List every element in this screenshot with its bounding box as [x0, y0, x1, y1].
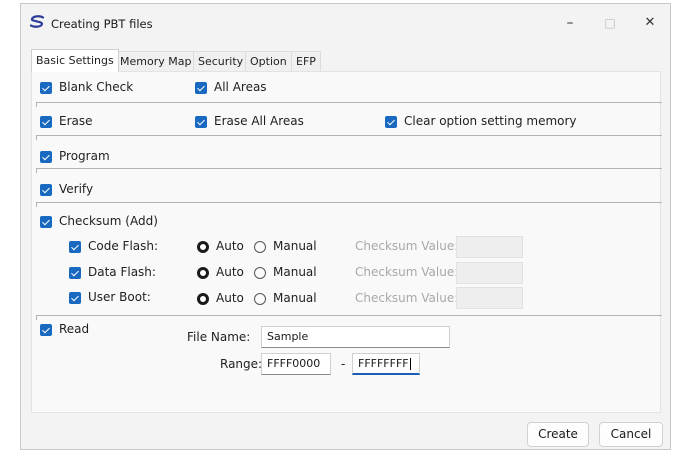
tab-basic-settings[interactable]: Basic Settings	[31, 49, 119, 72]
tab-memory-map[interactable]: Memory Map	[115, 51, 197, 71]
user-boot-label: User Boot:	[88, 290, 151, 304]
cancel-button[interactable]: Cancel	[599, 422, 663, 447]
create-button[interactable]: Create	[527, 422, 589, 447]
clear-option-memory-label: Clear option setting memory	[404, 114, 577, 128]
data-flash-manual-label: Manual	[273, 265, 317, 279]
checksum-checkbox[interactable]	[40, 216, 52, 228]
divider	[36, 168, 662, 173]
data-flash-manual-radio[interactable]	[254, 267, 266, 279]
user-boot-manual-label: Manual	[273, 291, 317, 305]
user-boot-checksum-value-label: Checksum Value:	[355, 291, 459, 305]
range-start-input[interactable]: FFFF0000	[261, 353, 331, 375]
window-title: Creating PBT files	[51, 17, 153, 31]
divider	[36, 315, 662, 320]
code-flash-manual-radio[interactable]	[254, 241, 266, 253]
file-name-label: File Name:	[187, 330, 251, 344]
data-flash-checkbox[interactable]	[69, 267, 81, 279]
code-flash-checksum-value-field	[456, 236, 523, 258]
app-logo-icon	[29, 15, 45, 28]
code-flash-checkbox[interactable]	[69, 241, 81, 253]
file-name-input[interactable]: Sample	[261, 326, 450, 348]
data-flash-label: Data Flash:	[88, 265, 156, 279]
range-label: Range:	[220, 357, 263, 371]
erase-all-areas-checkbox[interactable]	[195, 116, 207, 128]
program-checkbox[interactable]	[40, 151, 52, 163]
checksum-label: Checksum (Add)	[59, 214, 158, 228]
user-boot-auto-radio[interactable]	[197, 293, 209, 305]
verify-checkbox[interactable]	[40, 184, 52, 196]
data-flash-checksum-value-field	[456, 262, 523, 284]
minimize-button[interactable]: –	[558, 12, 582, 34]
user-boot-auto-label: Auto	[216, 291, 244, 305]
divider	[36, 135, 662, 140]
divider	[36, 102, 662, 107]
maximize-button[interactable]: □	[598, 12, 622, 34]
read-checkbox[interactable]	[40, 324, 52, 336]
user-boot-manual-radio[interactable]	[254, 293, 266, 305]
data-flash-checksum-value-label: Checksum Value:	[355, 265, 459, 279]
user-boot-checksum-value-field	[456, 287, 523, 309]
data-flash-auto-radio[interactable]	[197, 267, 209, 279]
user-boot-checkbox[interactable]	[69, 292, 81, 304]
code-flash-label: Code Flash:	[88, 239, 159, 253]
basic-settings-panel: Blank Check All Areas Erase Erase All Ar…	[31, 71, 662, 413]
code-flash-checksum-value-label: Checksum Value:	[355, 239, 459, 253]
read-label: Read	[59, 322, 90, 336]
creating-pbt-files-dialog: Creating PBT files – □ ✕ Basic Settings …	[20, 3, 671, 450]
title-bar[interactable]: Creating PBT files – □ ✕	[21, 4, 670, 42]
close-button[interactable]: ✕	[638, 12, 662, 34]
divider	[36, 202, 662, 207]
range-separator: -	[341, 357, 346, 371]
blank-check-checkbox[interactable]	[40, 82, 52, 94]
verify-label: Verify	[59, 182, 94, 196]
erase-all-areas-label: Erase All Areas	[214, 114, 304, 128]
code-flash-auto-radio[interactable]	[197, 241, 209, 253]
all-areas-label: All Areas	[214, 80, 267, 94]
range-end-input[interactable]: FFFFFFFF	[352, 353, 420, 375]
tab-efp[interactable]: EFP	[291, 51, 321, 71]
all-areas-checkbox[interactable]	[195, 82, 207, 94]
clear-option-memory-checkbox[interactable]	[385, 116, 397, 128]
tab-security[interactable]: Security	[193, 51, 249, 71]
code-flash-manual-label: Manual	[273, 239, 317, 253]
tab-option[interactable]: Option	[245, 51, 292, 71]
code-flash-auto-label: Auto	[216, 239, 244, 253]
erase-label: Erase	[59, 114, 93, 128]
erase-checkbox[interactable]	[40, 116, 52, 128]
blank-check-label: Blank Check	[59, 80, 134, 94]
data-flash-auto-label: Auto	[216, 265, 244, 279]
program-label: Program	[59, 149, 110, 163]
tab-bar: Basic Settings Memory Map Security Optio…	[31, 49, 660, 72]
